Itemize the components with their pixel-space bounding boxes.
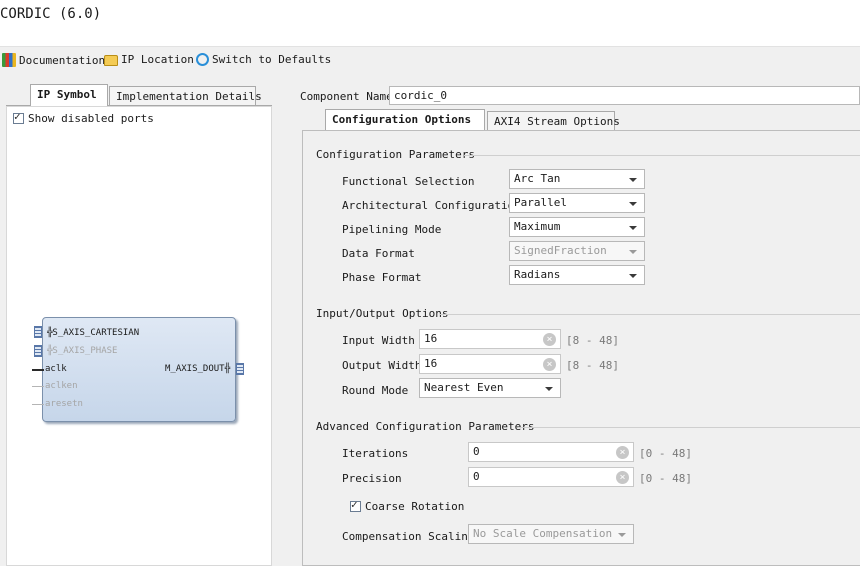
precision-value: 0 <box>473 470 480 483</box>
clear-icon[interactable]: × <box>616 471 629 484</box>
precision-label: Precision <box>342 472 402 485</box>
clear-icon[interactable]: × <box>543 333 556 346</box>
pipelining-mode-label: Pipelining Mode <box>342 223 442 236</box>
clear-icon[interactable]: × <box>616 446 629 459</box>
input-width-range: [8 - 48] <box>566 334 619 347</box>
data-format-value: SignedFraction <box>514 244 607 257</box>
iterations-range: [0 - 48] <box>639 447 692 460</box>
port-s-axis-cartesian: ╬S_AXIS_CARTESIAN <box>47 328 140 338</box>
tab-impl-details-label: Implementation Details <box>116 90 262 103</box>
input-width-label: Input Width <box>342 334 415 347</box>
port-aclken: aclken <box>45 381 78 391</box>
aclk-wire <box>32 369 44 371</box>
output-width-label: Output Width <box>342 359 422 372</box>
compensation-scaling-value: No Scale Compensation <box>473 527 613 540</box>
functional-selection-label: Functional Selection <box>342 175 475 188</box>
phase-format-value: Radians <box>514 268 561 281</box>
port-s-axis-phase: ╬S_AXIS_PHASE <box>47 346 118 356</box>
functional-selection-select[interactable]: Arc Tan <box>509 169 645 189</box>
folder-icon <box>104 55 118 66</box>
iterations-input[interactable]: 0 × <box>468 442 634 462</box>
compensation-scaling-select[interactable]: No Scale Compensation <box>468 524 634 544</box>
show-disabled-ports-checkbox[interactable] <box>13 110 24 124</box>
reset-icon <box>196 53 209 66</box>
precision-range: [0 - 48] <box>639 472 692 485</box>
m-axis-dout-bus-icon <box>236 363 244 375</box>
tab-implementation-details[interactable]: Implementation Details <box>109 86 262 106</box>
chevron-down-icon <box>629 178 637 182</box>
config-params-title: Configuration Parameters <box>316 148 475 161</box>
iterations-value: 0 <box>473 445 480 458</box>
books-icon <box>2 53 16 67</box>
window-title: CORDIC (6.0) <box>0 6 102 22</box>
chevron-down-icon <box>629 202 637 206</box>
architectural-config-value: Parallel <box>514 196 567 209</box>
component-name-input[interactable]: cordic_0 <box>389 86 860 105</box>
tab-configuration-options[interactable]: Configuration Options <box>325 109 485 131</box>
phase-format-select[interactable]: Radians <box>509 265 645 285</box>
functional-selection-value: Arc Tan <box>514 172 561 185</box>
switch-defaults-label: Switch to Defaults <box>212 53 332 66</box>
data-format-select[interactable]: SignedFraction <box>509 241 645 261</box>
pipelining-mode-select[interactable]: Maximum <box>509 217 645 237</box>
ip-location-button[interactable]: IP Location <box>104 53 194 66</box>
architectural-config-select[interactable]: Parallel <box>509 193 645 213</box>
documentation-button[interactable]: Documentation <box>2 53 105 67</box>
output-width-input[interactable]: 16 × <box>419 354 561 374</box>
title-bar <box>0 0 860 44</box>
chevron-down-icon <box>545 387 553 391</box>
coarse-rotation-toggle[interactable]: Coarse Rotation <box>350 498 465 513</box>
aresetn-wire <box>32 404 44 405</box>
toolbar: Documentation IP Location Switch to Defa… <box>0 46 860 74</box>
tab-ip-symbol[interactable]: IP Symbol <box>30 84 108 106</box>
section-divider <box>464 155 860 156</box>
round-mode-select[interactable]: Nearest Even <box>419 378 561 398</box>
port-m-axis-dout: M_AXIS_DOUT╬ <box>165 364 231 374</box>
aclken-wire <box>32 386 44 387</box>
coarse-rotation-checkbox[interactable] <box>350 498 361 512</box>
documentation-label: Documentation <box>19 53 106 67</box>
section-divider <box>518 427 860 428</box>
io-options-title: Input/Output Options <box>316 307 449 320</box>
chevron-down-icon <box>629 250 637 254</box>
architectural-config-label: Architectural Configuration <box>342 199 521 212</box>
chevron-down-icon <box>629 274 637 278</box>
input-width-value: 16 <box>424 332 438 345</box>
show-disabled-ports-toggle[interactable]: Show disabled ports <box>13 110 154 125</box>
data-format-label: Data Format <box>342 247 415 260</box>
chevron-down-icon <box>629 226 637 230</box>
tab-axi4-stream-options[interactable]: AXI4 Stream Options <box>487 111 620 131</box>
show-disabled-ports-label: Show disabled ports <box>28 112 154 125</box>
chevron-down-icon <box>618 533 626 537</box>
output-width-value: 16 <box>424 357 438 370</box>
advanced-config-title: Advanced Configuration Parameters <box>316 420 535 433</box>
input-width-input[interactable]: 16 × <box>419 329 561 349</box>
tab-config-label: Configuration Options <box>332 113 472 126</box>
clear-icon[interactable]: × <box>543 358 556 371</box>
port-aclk: aclk <box>45 364 67 374</box>
round-mode-value: Nearest Even <box>424 381 504 394</box>
compensation-scaling-label: Compensation Scaling <box>342 530 475 543</box>
tab-ip-symbol-label: IP Symbol <box>37 88 97 101</box>
precision-input[interactable]: 0 × <box>468 467 634 487</box>
pipelining-mode-value: Maximum <box>514 220 561 233</box>
ip-location-label: IP Location <box>121 53 194 66</box>
section-divider <box>440 314 860 315</box>
phase-format-label: Phase Format <box>342 271 422 284</box>
port-aresetn: aresetn <box>45 399 83 409</box>
round-mode-label: Round Mode <box>342 384 409 397</box>
s-axis-phase-bus-icon <box>34 345 42 357</box>
iterations-label: Iterations <box>342 447 409 460</box>
s-axis-cartesian-bus-icon <box>34 326 42 338</box>
output-width-range: [8 - 48] <box>566 359 619 372</box>
coarse-rotation-label: Coarse Rotation <box>365 500 465 513</box>
component-name-label: Component Name <box>300 90 393 103</box>
switch-defaults-button[interactable]: Switch to Defaults <box>196 53 331 66</box>
tab-axi4-label: AXI4 Stream Options <box>494 115 620 128</box>
